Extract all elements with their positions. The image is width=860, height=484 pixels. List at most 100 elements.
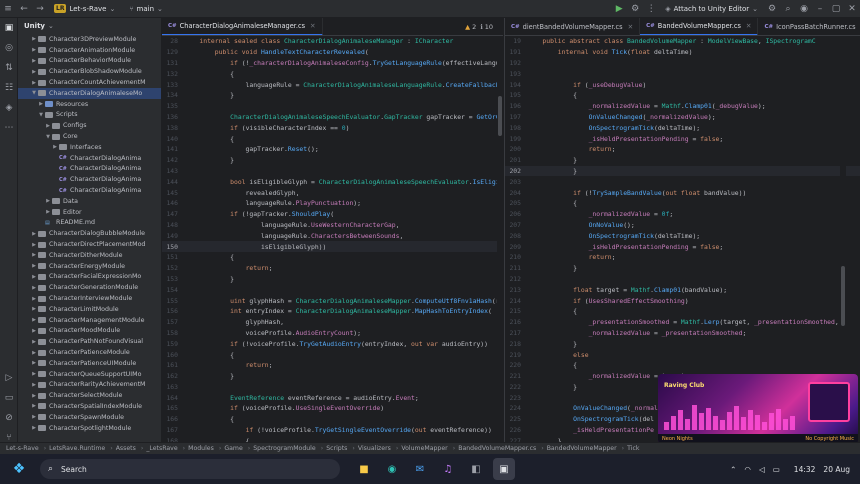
explorer-header[interactable]: Unity ⌄ xyxy=(18,18,161,34)
code-line[interactable]: 141 gapTracker.Reset(); xyxy=(162,144,503,155)
tree-item[interactable]: ▶ CharacterBehaviorModule xyxy=(18,56,161,67)
code-text[interactable]: OnNoValue(); xyxy=(527,221,860,229)
close-tab-icon[interactable]: ✕ xyxy=(310,22,316,30)
breadcrumb-item[interactable]: BandedVolumeMapper xyxy=(547,445,617,452)
code-line[interactable]: 143 xyxy=(162,166,503,177)
code-text[interactable]: } xyxy=(527,156,860,164)
code-line[interactable]: 164 EventReference eventReference = audi… xyxy=(162,392,503,403)
chevron-down-icon[interactable]: ▼ xyxy=(30,90,38,96)
code-text[interactable]: int entryIndex = CharacterDialogAnimales… xyxy=(184,307,503,315)
tree-item[interactable]: C# CharacterDialogAnima xyxy=(18,185,161,196)
code-text[interactable]: } xyxy=(184,91,503,99)
line-number[interactable]: 204 xyxy=(505,189,527,197)
line-number[interactable]: 150 xyxy=(162,243,184,251)
chevron-right-icon[interactable]: ▶ xyxy=(30,317,38,323)
tree-item[interactable]: ▶ CharacterRarityAchievementM xyxy=(18,380,161,391)
line-number[interactable]: 191 xyxy=(505,48,527,56)
code-text[interactable]: { xyxy=(527,91,860,99)
tree-item[interactable]: ▶ CharacterQueueSupportUIMo xyxy=(18,369,161,380)
chevron-right-icon[interactable]: ▶ xyxy=(30,339,38,345)
tree-item[interactable]: ▶ Editor xyxy=(18,207,161,218)
line-number[interactable]: 192 xyxy=(505,59,527,67)
line-number[interactable]: 197 xyxy=(505,113,527,121)
code-text[interactable]: if (!_characterDialogAnimaleseConfig.Try… xyxy=(184,59,503,67)
line-number[interactable]: 152 xyxy=(162,264,184,272)
line-number[interactable]: 157 xyxy=(162,318,184,326)
line-number[interactable]: 148 xyxy=(162,221,184,229)
tree-item[interactable]: ▼ CharacterDialogAnimaleseMo xyxy=(18,87,161,99)
chevron-right-icon[interactable]: ▶ xyxy=(30,47,38,53)
editor-tab[interactable]: C# CharacterDialogAnimaleseManager.cs ✕ xyxy=(162,18,323,35)
tree-item[interactable]: ▶ CharacterPatienceUIModule xyxy=(18,358,161,369)
tree-item[interactable]: ▶ CharacterLimitModule xyxy=(18,304,161,315)
chevron-right-icon[interactable]: ▶ xyxy=(30,36,38,42)
code-text[interactable]: OnSpectrogramTick(deltaTime); xyxy=(527,232,860,240)
scrollbar-left[interactable] xyxy=(497,36,503,442)
code-text[interactable]: isEligibleGlyph)) xyxy=(184,243,503,251)
chevron-right-icon[interactable]: ▶ xyxy=(51,144,59,150)
code-line[interactable]: 155 uint glyphHash = CharacterDialogAnim… xyxy=(162,295,503,306)
code-line[interactable]: 151 { xyxy=(162,252,503,263)
breadcrumb-item[interactable]: Tick xyxy=(627,445,639,452)
line-number[interactable]: 222 xyxy=(505,383,527,391)
chevron-right-icon[interactable]: ▶ xyxy=(30,425,38,431)
problems-icon[interactable]: ⊘ xyxy=(0,408,18,428)
tree-item[interactable]: ▶ CharacterBlobShadowModule xyxy=(18,66,161,77)
branch-selector[interactable]: ⑂ main ⌄ xyxy=(129,5,163,13)
line-number[interactable]: 198 xyxy=(505,124,527,132)
line-number[interactable]: 156 xyxy=(162,307,184,315)
search-icon[interactable]: ⌕ xyxy=(780,1,796,17)
line-number[interactable]: 221 xyxy=(505,372,527,380)
chevron-right-icon[interactable]: ▶ xyxy=(30,360,38,366)
chevron-right-icon[interactable]: ▶ xyxy=(30,296,38,302)
commit-icon[interactable]: ◎ xyxy=(0,38,18,58)
forward-icon[interactable]: → xyxy=(32,1,48,17)
line-number[interactable]: 211 xyxy=(505,264,527,272)
code-line[interactable]: 159 if (!voiceProfile.TryGetAudioEntry(e… xyxy=(162,338,503,349)
line-number[interactable]: 226 xyxy=(505,426,527,434)
code-line[interactable]: 149 languageRule.CharactersBetweenSounds… xyxy=(162,230,503,241)
line-number[interactable]: 142 xyxy=(162,156,184,164)
line-number[interactable]: 163 xyxy=(162,383,184,391)
code-text[interactable]: public void HandleTextCharacterRevealed( xyxy=(184,48,503,56)
editor-tab[interactable]: C#IconPassBatchRunner.cs✕ xyxy=(758,18,860,35)
line-number[interactable]: 154 xyxy=(162,286,184,294)
code-text[interactable]: { xyxy=(184,253,503,261)
line-number[interactable]: 216 xyxy=(505,318,527,326)
chevron-down-icon[interactable]: ▼ xyxy=(37,112,45,118)
account-icon[interactable]: ◉ xyxy=(796,1,812,17)
line-number[interactable]: 208 xyxy=(505,232,527,240)
tree-item[interactable]: ▶ CharacterSpawnModule xyxy=(18,412,161,423)
code-text[interactable]: return; xyxy=(527,253,860,261)
line-number[interactable]: 212 xyxy=(505,275,527,283)
tree-item[interactable]: ▶ Interfaces xyxy=(18,142,161,153)
line-number[interactable]: 28 xyxy=(162,37,184,45)
code-line[interactable]: 204 if (!TrySampleBandValue(out float ba… xyxy=(505,187,860,198)
code-line[interactable]: 142 } xyxy=(162,155,503,166)
code-text[interactable]: } xyxy=(184,372,503,380)
code-line[interactable]: 152 return; xyxy=(162,263,503,274)
wifi-icon[interactable]: ◠ xyxy=(744,465,751,474)
code-text[interactable]: { xyxy=(184,70,503,78)
line-number[interactable]: 140 xyxy=(162,135,184,143)
file-explorer-icon[interactable]: ■ xyxy=(353,458,375,480)
line-number[interactable]: 146 xyxy=(162,199,184,207)
code-text[interactable]: return; xyxy=(184,361,503,369)
breadcrumb-item[interactable]: Visualizers xyxy=(358,445,391,452)
code-line[interactable]: 209 _isHeldPresentationPending = false; xyxy=(505,241,860,252)
scrollbar-thumb[interactable] xyxy=(498,96,502,136)
chevron-right-icon[interactable]: ▶ xyxy=(30,80,38,86)
line-number[interactable]: 218 xyxy=(505,340,527,348)
breadcrumb-item[interactable]: Let-s-Rave xyxy=(6,445,39,452)
chevron-right-icon[interactable]: ▶ xyxy=(30,231,38,237)
code-line[interactable]: 131 if (!_characterDialogAnimaleseConfig… xyxy=(162,58,503,69)
run-tool-icon[interactable]: ▷ xyxy=(0,368,18,388)
chevron-right-icon[interactable]: ▶ xyxy=(30,403,38,409)
tree-item[interactable]: ▶ CharacterSpatialIndexModule xyxy=(18,401,161,412)
close-icon[interactable]: ✕ xyxy=(844,1,860,17)
code-line[interactable]: 153 } xyxy=(162,274,503,285)
line-number[interactable]: 143 xyxy=(162,167,184,175)
tree-item[interactable]: ▶ CharacterAnimationModule xyxy=(18,45,161,56)
line-number[interactable]: 219 xyxy=(505,351,527,359)
tree-item[interactable]: ▶ CharacterDirectPlacementMod xyxy=(18,239,161,250)
